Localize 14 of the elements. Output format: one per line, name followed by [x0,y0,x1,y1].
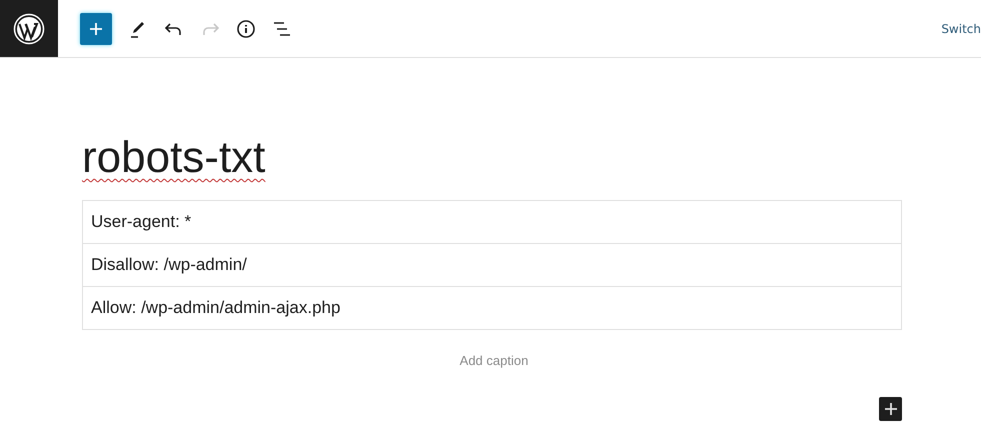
plus-icon [88,20,104,36]
post-title[interactable]: robots-txt [82,134,266,182]
redo-icon [200,20,220,36]
add-block-button[interactable] [879,397,902,421]
switch-link[interactable]: Switch [941,22,981,36]
table-cell[interactable]: Allow: /wp-admin/admin-ajax.php [82,286,902,330]
info-icon [236,18,256,38]
plus-icon [882,401,898,417]
caption-field[interactable]: Add caption [82,352,906,369]
list-view-icon [272,20,292,36]
table-cell[interactable]: Disallow: /wp-admin/ [82,244,902,286]
table-cell[interactable]: User-agent: * [82,200,902,244]
wordpress-logo[interactable] [0,0,58,57]
undo-icon [164,20,184,36]
